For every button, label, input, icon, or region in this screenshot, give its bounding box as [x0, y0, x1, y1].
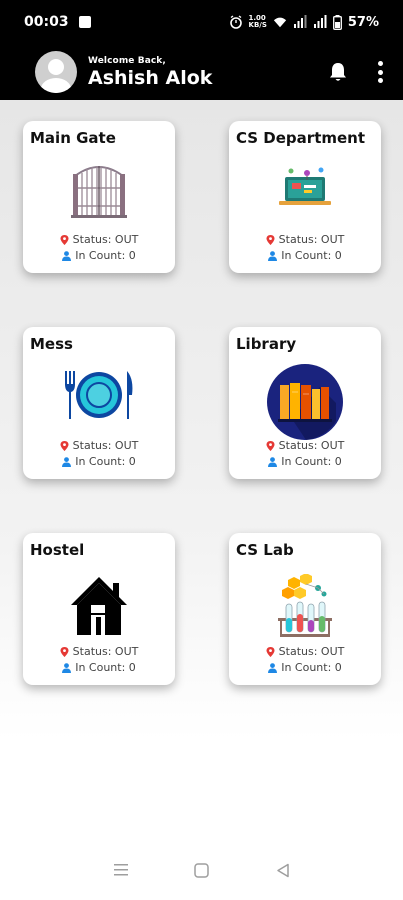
- card-title: CS Lab: [236, 541, 294, 559]
- card-cs-department[interactable]: CS Department Status: OUT In Count: 0: [229, 121, 381, 273]
- top-bar: 00:03 1.00 KB/S 57% Welcome Back, Ashish…: [0, 0, 403, 100]
- back-triangle-icon: [276, 863, 289, 877]
- location-pin-icon: [266, 440, 275, 451]
- gate-icon: [71, 166, 127, 218]
- app-header: Welcome Back, Ashish Alok: [0, 44, 403, 100]
- card-hostel[interactable]: Hostel Status: OUT In Count: 0: [23, 533, 175, 685]
- user-name: Ashish Alok: [88, 66, 213, 89]
- house-icon: [71, 577, 127, 635]
- card-cs-lab[interactable]: CS Lab Status: OUT In Count: 0: [229, 533, 381, 685]
- card-mess[interactable]: Mess Status: OUT In Count: 0: [23, 327, 175, 479]
- laptop-icon: [279, 167, 331, 205]
- signal-icon-2: [313, 15, 327, 28]
- person-icon: [268, 250, 278, 261]
- in-count-text: In Count: 0: [75, 661, 136, 674]
- status-time: 00:03: [24, 14, 69, 30]
- signal-icon: [293, 15, 307, 28]
- location-pin-icon: [60, 646, 69, 657]
- status-text: Status: OUT: [278, 645, 345, 658]
- location-pin-icon: [60, 234, 69, 245]
- plate-cutlery-icon: [65, 371, 133, 419]
- status-text: Status: OUT: [72, 645, 139, 658]
- status-text: Status: OUT: [278, 439, 345, 452]
- in-count-text: In Count: 0: [281, 249, 342, 262]
- recent-apps-button[interactable]: [111, 860, 131, 880]
- books-icon: [267, 364, 343, 440]
- card-title: Main Gate: [30, 129, 116, 147]
- more-options-icon[interactable]: [377, 61, 383, 83]
- in-count-text: In Count: 0: [75, 249, 136, 262]
- person-icon: [62, 456, 72, 467]
- location-grid: Main Gate Status: OUT In Count: 0 CS Dep…: [0, 100, 403, 740]
- in-count-text: In Count: 0: [75, 455, 136, 468]
- card-title: Mess: [30, 335, 73, 353]
- square-icon: [194, 862, 209, 878]
- bell-icon[interactable]: [327, 61, 349, 83]
- alarm-icon: [229, 15, 242, 29]
- avatar[interactable]: [35, 51, 77, 93]
- card-title: CS Department: [236, 129, 366, 147]
- home-button[interactable]: [192, 860, 212, 880]
- card-library[interactable]: Library Status: OUT In Count: 0: [229, 327, 381, 479]
- location-pin-icon: [60, 440, 69, 451]
- system-nav-bar: [0, 840, 403, 900]
- wifi-icon: [273, 17, 286, 28]
- card-main-gate[interactable]: Main Gate Status: OUT In Count: 0: [23, 121, 175, 273]
- status-bar: 00:03 1.00 KB/S 57%: [0, 0, 403, 44]
- welcome-text: Welcome Back,: [88, 55, 166, 66]
- network-speed: 1.00 KB/S: [248, 14, 267, 29]
- card-title: Hostel: [30, 541, 85, 559]
- status-text: Status: OUT: [72, 439, 139, 452]
- card-title: Library: [236, 335, 297, 353]
- status-text: Status: OUT: [278, 233, 345, 246]
- location-pin-icon: [266, 646, 275, 657]
- in-count-text: In Count: 0: [281, 455, 342, 468]
- person-icon: [62, 250, 72, 261]
- in-count-text: In Count: 0: [281, 661, 342, 674]
- lab-flask-icon: [278, 574, 332, 637]
- status-text: Status: OUT: [72, 233, 139, 246]
- menu-icon: [113, 864, 128, 876]
- back-button[interactable]: [273, 860, 293, 880]
- person-icon: [268, 456, 278, 467]
- battery-percent: 57%: [347, 14, 379, 30]
- person-icon: [268, 662, 278, 673]
- person-icon: [62, 662, 72, 673]
- location-pin-icon: [266, 234, 275, 245]
- battery-icon: [332, 14, 342, 30]
- notification-icon: [78, 16, 91, 28]
